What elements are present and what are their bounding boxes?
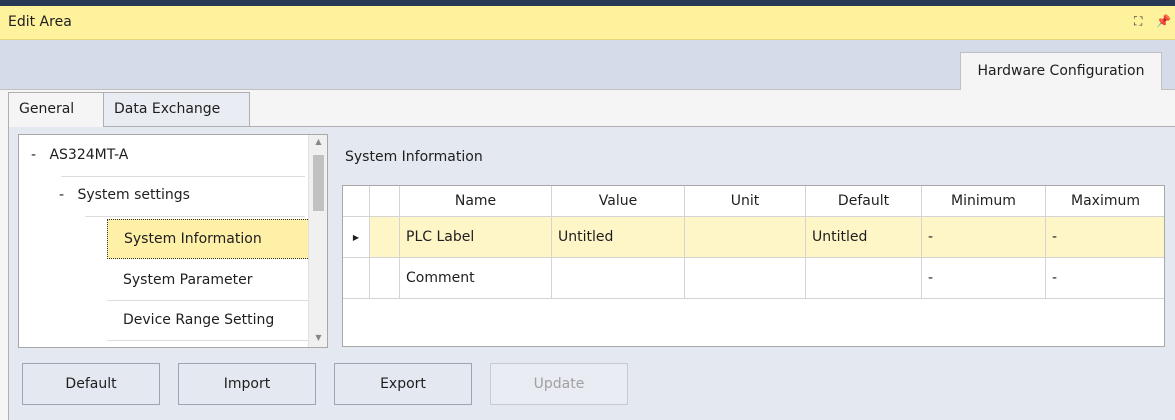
tree-separator [85, 216, 305, 217]
tab-hardware-configuration[interactable]: Hardware Configuration [960, 52, 1162, 90]
column-header-minimum[interactable]: Minimum [922, 186, 1046, 217]
column-header-default[interactable]: Default [806, 186, 922, 217]
cell-default[interactable]: Untitled [806, 217, 922, 258]
cell-minimum[interactable]: - [922, 217, 1046, 258]
column-header-maximum[interactable]: Maximum [1046, 186, 1164, 217]
collapse-icon[interactable]: - [59, 187, 73, 203]
header-spacer-cell [370, 186, 400, 217]
window-title: Edit Area [8, 14, 72, 30]
scrollbar-thumb[interactable] [313, 155, 324, 211]
tree-separator [61, 176, 305, 177]
tree-item-system-information[interactable]: System Information [107, 219, 322, 259]
cell-name[interactable]: Comment [400, 258, 552, 299]
tree-node-root-label: AS324MT-A [49, 147, 129, 163]
pin-icon[interactable]: 📌 [1156, 14, 1171, 28]
active-tab-gap [961, 89, 1161, 91]
cell-value[interactable] [552, 258, 685, 299]
column-header-value[interactable]: Value [552, 186, 685, 217]
cell-minimum[interactable]: - [922, 258, 1046, 299]
settings-tree[interactable]: - AS324MT-A - System settings System Inf… [18, 134, 328, 348]
tab-data-exchange[interactable]: Data Exchange [103, 92, 250, 126]
cell-maximum[interactable]: - [1046, 258, 1164, 299]
column-header-unit[interactable]: Unit [685, 186, 806, 217]
tab-general[interactable]: General [8, 92, 104, 127]
tree-item-system-parameter[interactable]: System Parameter [107, 261, 322, 301]
table-row[interactable]: Comment - - [343, 258, 1164, 299]
cell-value[interactable]: Untitled [552, 217, 685, 258]
scroll-down-icon[interactable]: ▼ [309, 333, 327, 342]
cell-unit[interactable] [685, 217, 806, 258]
cell-maximum[interactable]: - [1046, 217, 1164, 258]
row-indicator-icon: ▶ [343, 217, 370, 258]
tree-scrollbar[interactable]: ▲ ▼ [308, 135, 327, 347]
header-indicator-cell [343, 186, 370, 217]
tree-item-device-range-setting[interactable]: Device Range Setting [107, 301, 322, 341]
grid-header-row: Name Value Unit Default Minimum Maximum [343, 186, 1164, 217]
system-information-grid[interactable]: Name Value Unit Default Minimum Maximum … [342, 185, 1165, 347]
scroll-up-icon[interactable]: ▲ [309, 137, 327, 146]
tree-node-root[interactable]: - AS324MT-A [31, 147, 128, 163]
export-button[interactable]: Export [334, 363, 472, 405]
default-button[interactable]: Default [22, 363, 160, 405]
section-title: System Information [345, 149, 483, 165]
column-header-name[interactable]: Name [400, 186, 552, 217]
row-spacer-cell [370, 217, 400, 258]
cell-default[interactable] [806, 258, 922, 299]
tree-node-system-settings[interactable]: - System settings [59, 187, 190, 203]
float-icon[interactable]: ⛶ [1134, 14, 1142, 29]
cell-unit[interactable] [685, 258, 806, 299]
row-indicator-icon [343, 258, 370, 299]
cell-name[interactable]: PLC Label [400, 217, 552, 258]
table-row[interactable]: ▶ PLC Label Untitled Untitled - - [343, 217, 1164, 258]
update-button: Update [490, 363, 628, 405]
collapse-icon[interactable]: - [31, 147, 45, 163]
tree-node-system-settings-label: System settings [77, 187, 190, 203]
row-spacer-cell [370, 258, 400, 299]
edit-area-titlebar: Edit Area ⛶ 📌 [0, 6, 1175, 40]
import-button[interactable]: Import [178, 363, 316, 405]
